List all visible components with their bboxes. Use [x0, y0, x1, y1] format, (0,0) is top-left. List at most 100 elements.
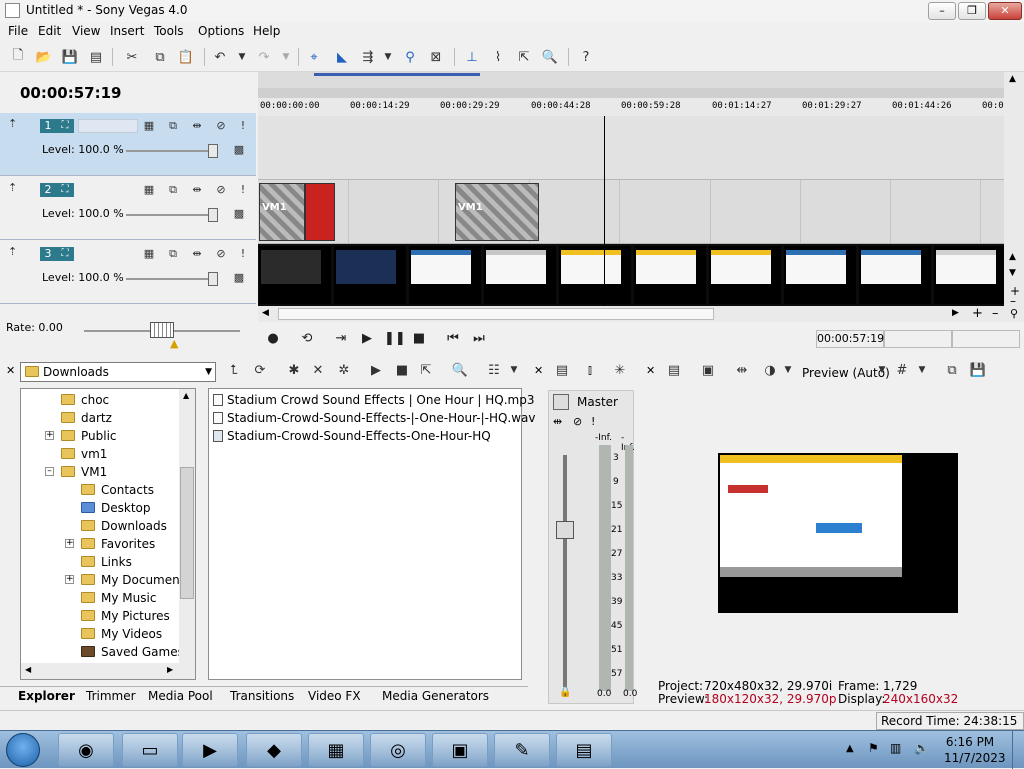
paste-icon[interactable]: 📋 [176, 47, 196, 67]
selection-start-field[interactable] [884, 330, 952, 348]
level-slider-knob[interactable] [208, 208, 218, 222]
zoom-out-icon[interactable]: – [992, 306, 999, 321]
copy-snapshot-icon[interactable]: ⧉ [942, 360, 962, 380]
views-icon[interactable]: ☷ [484, 360, 504, 380]
bus-fx-icon[interactable] [553, 394, 569, 410]
menu-edit[interactable]: Edit [38, 24, 61, 38]
winrar-taskbar-icon[interactable]: ▦ [308, 733, 364, 767]
undo-dropdown-icon[interactable]: ▼ [232, 47, 252, 67]
bus-fx-chain-icon[interactable]: ⇹ [553, 415, 562, 428]
go-to-end-icon[interactable]: ⏭ [470, 330, 488, 348]
video-clip[interactable]: VM1 [259, 183, 305, 241]
tab-media-pool[interactable]: Media Pool [148, 689, 213, 703]
go-to-start-icon[interactable]: ⏮ [444, 330, 462, 348]
media-player-taskbar-icon[interactable]: ▶ [182, 733, 238, 767]
loop-region-bar[interactable] [314, 73, 480, 76]
parent-composite-icon[interactable]: ⇹ [190, 119, 204, 133]
expand-icon[interactable]: + [65, 575, 74, 584]
collapse-icon[interactable]: – [45, 467, 54, 476]
trim-tool-icon[interactable]: ⇱ [514, 47, 534, 67]
start-button[interactable] [6, 733, 40, 767]
tree-item[interactable]: VM1 [61, 463, 107, 481]
marker-bar[interactable] [258, 72, 1004, 88]
close-button[interactable]: ✕ [988, 2, 1022, 20]
mute-icon[interactable]: ⊘ [573, 415, 582, 428]
track-motion-icon[interactable]: ▦ [142, 247, 156, 261]
system-clock[interactable]: 6:16 PM 11/7/2023 [944, 734, 1006, 766]
menu-file[interactable]: File [8, 24, 28, 38]
tab-media-generators[interactable]: Media Generators [382, 689, 489, 703]
expand-icon[interactable]: + [45, 431, 54, 440]
tab-explorer[interactable]: Explorer [18, 689, 75, 703]
file-explorer-taskbar-icon[interactable]: ▭ [122, 733, 178, 767]
solo-icon[interactable]: ! [236, 119, 250, 133]
track-header-2[interactable]: ⇡ 2 ⛶ ▦ ⧉ ⇹ ⊘ ! Level: 100.0 % ▩ [0, 177, 256, 240]
cursor-position-field[interactable]: 00:00:57:19 [816, 330, 884, 348]
cut-icon[interactable]: ✂ [122, 47, 142, 67]
file-item[interactable]: Stadium-Crowd-Sound-Effects-|-One-Hour-|… [213, 409, 536, 427]
auto-ripple-dropdown-icon[interactable]: ▼ [378, 47, 398, 67]
volume-icon[interactable]: 🔈 [914, 741, 929, 755]
properties-icon[interactable]: ▤ [86, 47, 106, 67]
add-favorite-icon[interactable]: ✲ [334, 360, 354, 380]
timeline-tracks[interactable]: VM1 VM1 [258, 116, 1004, 308]
scroll-thumb[interactable] [278, 308, 714, 320]
zoom-icon[interactable]: ⚲ [1010, 307, 1018, 320]
track-row-3[interactable] [258, 244, 1004, 308]
lock-envelopes-icon[interactable]: ⚲ [400, 47, 420, 67]
track-fx-icon[interactable]: ⛶ [56, 247, 74, 261]
parent-composite-icon[interactable]: ⇹ [190, 183, 204, 197]
display-app-taskbar-icon[interactable]: ▤ [556, 733, 612, 767]
video-clip[interactable] [305, 183, 335, 241]
lock-icon[interactable]: 🔒 [559, 687, 571, 698]
mute-icon[interactable]: ⊘ [214, 247, 228, 261]
tree-item[interactable]: dartz [61, 409, 112, 427]
rate-slider-knob[interactable] [150, 322, 174, 338]
tree-item[interactable]: My Music [81, 589, 156, 607]
preview-properties-icon[interactable]: ▤ [664, 360, 684, 380]
overlays-dropdown-icon[interactable]: ▼ [912, 360, 932, 380]
auto-crossfade-icon[interactable]: ⊠ [426, 47, 446, 67]
external-monitor-icon[interactable]: ▣ [698, 360, 718, 380]
mute-icon[interactable]: ⊘ [214, 183, 228, 197]
start-preview-icon[interactable]: ▶ [366, 360, 386, 380]
app-taskbar-icon[interactable]: ◎ [370, 733, 426, 767]
open-icon[interactable]: 📂 [34, 47, 54, 67]
menu-help[interactable]: Help [253, 24, 280, 38]
maximize-button[interactable]: ❐ [958, 2, 986, 20]
sony-vegas-taskbar-icon[interactable]: ▣ [432, 733, 488, 767]
auto-preview-icon[interactable]: ⇱ [416, 360, 436, 380]
play-from-start-icon[interactable]: ⇥ [332, 330, 350, 348]
normal-edit-tool-icon[interactable]: ⌖ [304, 47, 324, 67]
split-screen-dropdown-icon[interactable]: ▼ [778, 360, 798, 380]
level-slider-knob[interactable] [208, 144, 218, 158]
copy-icon[interactable]: ⧉ [150, 47, 170, 67]
selection-length-field[interactable] [952, 330, 1020, 348]
compositing-icon[interactable]: ⧉ [166, 247, 180, 261]
redo-icon[interactable]: ↷ [254, 47, 274, 67]
pencil-app-taskbar-icon[interactable]: ✎ [494, 733, 550, 767]
minimize-button[interactable]: – [928, 2, 956, 20]
flag-icon[interactable]: ⚑ [868, 741, 879, 755]
bypass-fx-icon[interactable]: ⇹ [732, 360, 752, 380]
track-motion-icon[interactable]: ▦ [142, 183, 156, 197]
level-slider[interactable] [126, 278, 218, 280]
mute-icon[interactable]: ⊘ [214, 119, 228, 133]
network-icon[interactable]: ▥ [890, 741, 901, 755]
mixer-properties-icon[interactable]: ▤ [552, 360, 572, 380]
save-snapshot-icon[interactable]: 💾 [968, 360, 988, 380]
snapping-icon[interactable]: ⊥ [462, 47, 482, 67]
tree-item[interactable]: Favorites [81, 535, 155, 553]
record-icon[interactable]: ● [264, 330, 282, 348]
master-fader-track[interactable] [563, 455, 567, 687]
track-row-1[interactable] [258, 116, 1004, 180]
menu-view[interactable]: View [72, 24, 100, 38]
timeline-ruler[interactable]: 00:00:00:00 00:00:14:29 00:00:29:29 00:0… [258, 72, 1015, 116]
track-expand-icon[interactable]: ⇡ [8, 117, 17, 130]
pause-icon[interactable]: ❚❚ [384, 330, 406, 348]
track-expand-icon[interactable]: ⇡ [8, 245, 17, 258]
tree-item[interactable]: Saved Games [81, 643, 184, 661]
track-fx-icon[interactable]: ⛶ [56, 119, 74, 133]
save-icon[interactable]: 💾 [60, 47, 80, 67]
tree-item[interactable]: My Videos [81, 625, 162, 643]
